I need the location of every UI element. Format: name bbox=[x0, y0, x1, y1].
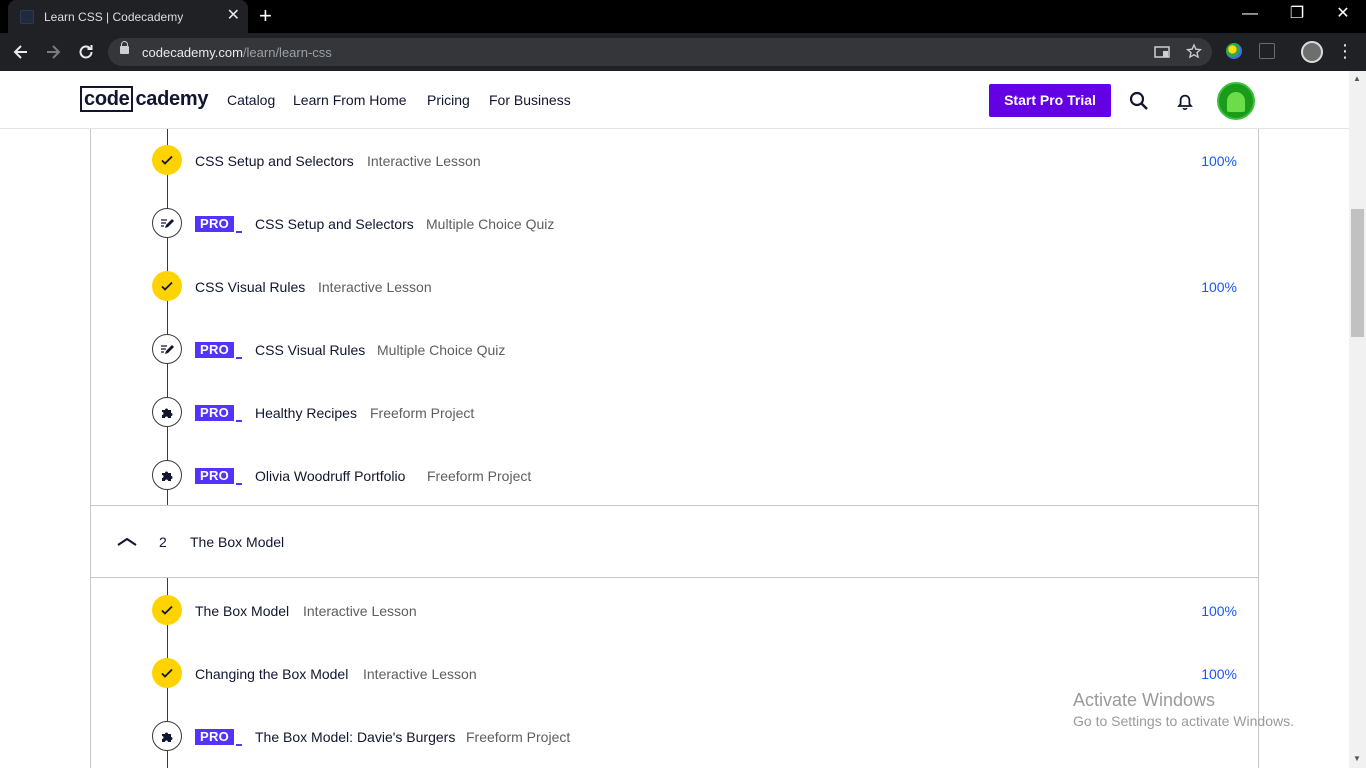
reload-icon bbox=[79, 45, 93, 59]
extension-icon[interactable] bbox=[1226, 43, 1242, 59]
item-title[interactable]: CSS Setup and Selectors bbox=[255, 216, 414, 232]
window-minimize-button[interactable]: — bbox=[1240, 4, 1260, 24]
window-restore-button[interactable]: ❐ bbox=[1287, 4, 1307, 24]
extension-puzzle-icon[interactable] bbox=[1259, 43, 1275, 59]
nav-for-business[interactable]: For Business bbox=[489, 92, 571, 108]
completed-check-icon bbox=[152, 658, 182, 688]
site-header: code cademy Catalog Learn From Home Prici… bbox=[0, 71, 1349, 129]
syllabus-item[interactable]: PRO CSS Visual Rules Multiple Choice Qui… bbox=[91, 329, 1258, 369]
chevron-up-icon[interactable] bbox=[116, 534, 138, 548]
item-title[interactable]: The Box Model: Davie's Burgers bbox=[255, 729, 455, 745]
syllabus-item[interactable]: CSS Setup and Selectors Interactive Less… bbox=[91, 140, 1258, 180]
item-progress: 100% bbox=[1201, 279, 1237, 295]
item-title[interactable]: CSS Visual Rules bbox=[195, 279, 305, 295]
item-type: Interactive Lesson bbox=[367, 153, 481, 169]
item-title[interactable]: Healthy Recipes bbox=[255, 405, 357, 421]
reload-button[interactable] bbox=[75, 41, 97, 63]
browser-tab[interactable]: Learn CSS | Codecademy ✕ bbox=[8, 0, 248, 33]
item-progress: 100% bbox=[1201, 603, 1237, 619]
pro-badge: PRO bbox=[195, 215, 243, 233]
scroll-up-arrow-icon[interactable]: ▲ bbox=[1353, 74, 1361, 83]
search-icon[interactable] bbox=[1128, 90, 1150, 112]
window-close-button[interactable]: ✕ bbox=[1333, 4, 1353, 24]
codecademy-favicon-icon bbox=[20, 10, 34, 24]
start-pro-trial-button[interactable]: Start Pro Trial bbox=[989, 84, 1111, 117]
syllabus-item[interactable]: Changing the Box Model Interactive Lesso… bbox=[91, 653, 1258, 693]
syllabus-item[interactable]: The Box Model Interactive Lesson 100% bbox=[91, 590, 1258, 630]
module-title[interactable]: The Box Model bbox=[190, 534, 284, 550]
browser-profile-avatar[interactable] bbox=[1301, 41, 1323, 63]
quiz-pencil-icon bbox=[152, 208, 182, 238]
item-type: Interactive Lesson bbox=[303, 603, 417, 619]
nav-pricing[interactable]: Pricing bbox=[427, 92, 470, 108]
scroll-down-arrow-icon[interactable]: ▼ bbox=[1353, 754, 1361, 763]
user-avatar[interactable] bbox=[1217, 82, 1255, 120]
item-type: Freeform Project bbox=[466, 729, 571, 745]
item-title[interactable]: CSS Setup and Selectors bbox=[195, 153, 354, 169]
codecademy-logo[interactable]: code cademy bbox=[80, 86, 208, 112]
scrollbar-thumb[interactable] bbox=[1351, 209, 1364, 337]
address-bar[interactable]: codecademy.com/learn/learn-css bbox=[108, 38, 1212, 66]
browser-toolbar: codecademy.com/learn/learn-css ⋮ bbox=[0, 33, 1366, 71]
pro-badge: PRO bbox=[195, 728, 243, 746]
project-puzzle-icon bbox=[152, 460, 182, 490]
page-viewport: code cademy Catalog Learn From Home Prici… bbox=[0, 71, 1349, 768]
lock-icon bbox=[120, 41, 129, 54]
syllabus-item[interactable]: PRO CSS Setup and Selectors Multiple Cho… bbox=[91, 203, 1258, 243]
notification-bell-icon[interactable] bbox=[1174, 90, 1196, 112]
completed-check-icon bbox=[152, 145, 182, 175]
completed-check-icon bbox=[152, 271, 182, 301]
syllabus-item[interactable]: CSS Visual Rules Interactive Lesson 100% bbox=[91, 266, 1258, 306]
item-type: Freeform Project bbox=[427, 468, 532, 484]
watermark-title: Activate Windows bbox=[1073, 690, 1216, 710]
page-scrollbar[interactable]: ▲ ▼ bbox=[1349, 71, 1366, 768]
item-type: Freeform Project bbox=[370, 405, 475, 421]
nav-learn-from-home[interactable]: Learn From Home bbox=[293, 92, 407, 108]
syllabus-item[interactable]: PRO Olivia Woodruff Portfolio Freeform P… bbox=[91, 455, 1258, 495]
cast-icon[interactable] bbox=[1154, 42, 1170, 68]
pro-badge: PRO bbox=[195, 404, 243, 422]
item-title[interactable]: CSS Visual Rules bbox=[255, 342, 365, 358]
back-button[interactable] bbox=[10, 41, 32, 63]
activate-windows-watermark: Activate Windows Go to Settings to activ… bbox=[1073, 690, 1294, 729]
item-title[interactable]: Olivia Woodruff Portfolio bbox=[255, 468, 405, 484]
new-tab-button[interactable]: + bbox=[259, 4, 272, 28]
project-puzzle-icon bbox=[152, 721, 182, 751]
item-progress: 100% bbox=[1201, 666, 1237, 682]
forward-arrow-icon bbox=[47, 45, 61, 59]
syllabus-item[interactable]: PRO Healthy Recipes Freeform Project bbox=[91, 392, 1258, 432]
quiz-pencil-icon bbox=[152, 334, 182, 364]
item-type: Multiple Choice Quiz bbox=[377, 342, 506, 358]
pro-badge: PRO bbox=[195, 341, 243, 359]
nav-catalog[interactable]: Catalog bbox=[227, 92, 275, 108]
tab-title: Learn CSS | Codecademy bbox=[44, 10, 184, 24]
item-type: Multiple Choice Quiz bbox=[426, 216, 555, 232]
item-type: Interactive Lesson bbox=[363, 666, 477, 682]
url-text[interactable]: codecademy.com/learn/learn-css bbox=[142, 45, 332, 60]
forward-button[interactable] bbox=[42, 41, 64, 63]
project-puzzle-icon bbox=[152, 397, 182, 427]
avatar-graphic-icon bbox=[1227, 92, 1245, 112]
syllabus-panel: CSS Setup and Selectors Interactive Less… bbox=[90, 71, 1259, 768]
back-arrow-icon bbox=[13, 45, 27, 59]
item-progress: 100% bbox=[1201, 153, 1237, 169]
module-number: 2 bbox=[159, 534, 167, 550]
browser-menu-icon[interactable]: ⋮ bbox=[1336, 40, 1354, 62]
watermark-subtitle: Go to Settings to activate Windows. bbox=[1073, 713, 1294, 729]
module-header[interactable]: 2 The Box Model bbox=[91, 505, 1258, 578]
bookmark-star-icon[interactable] bbox=[1185, 42, 1203, 68]
item-type: Interactive Lesson bbox=[318, 279, 432, 295]
completed-check-icon bbox=[152, 595, 182, 625]
item-title[interactable]: Changing the Box Model bbox=[195, 666, 348, 682]
pro-badge: PRO bbox=[195, 467, 243, 485]
browser-tab-bar: Learn CSS | Codecademy ✕ + — ❐ ✕ bbox=[0, 0, 1366, 33]
tab-close-icon[interactable]: ✕ bbox=[227, 7, 240, 25]
item-title[interactable]: The Box Model bbox=[195, 603, 289, 619]
